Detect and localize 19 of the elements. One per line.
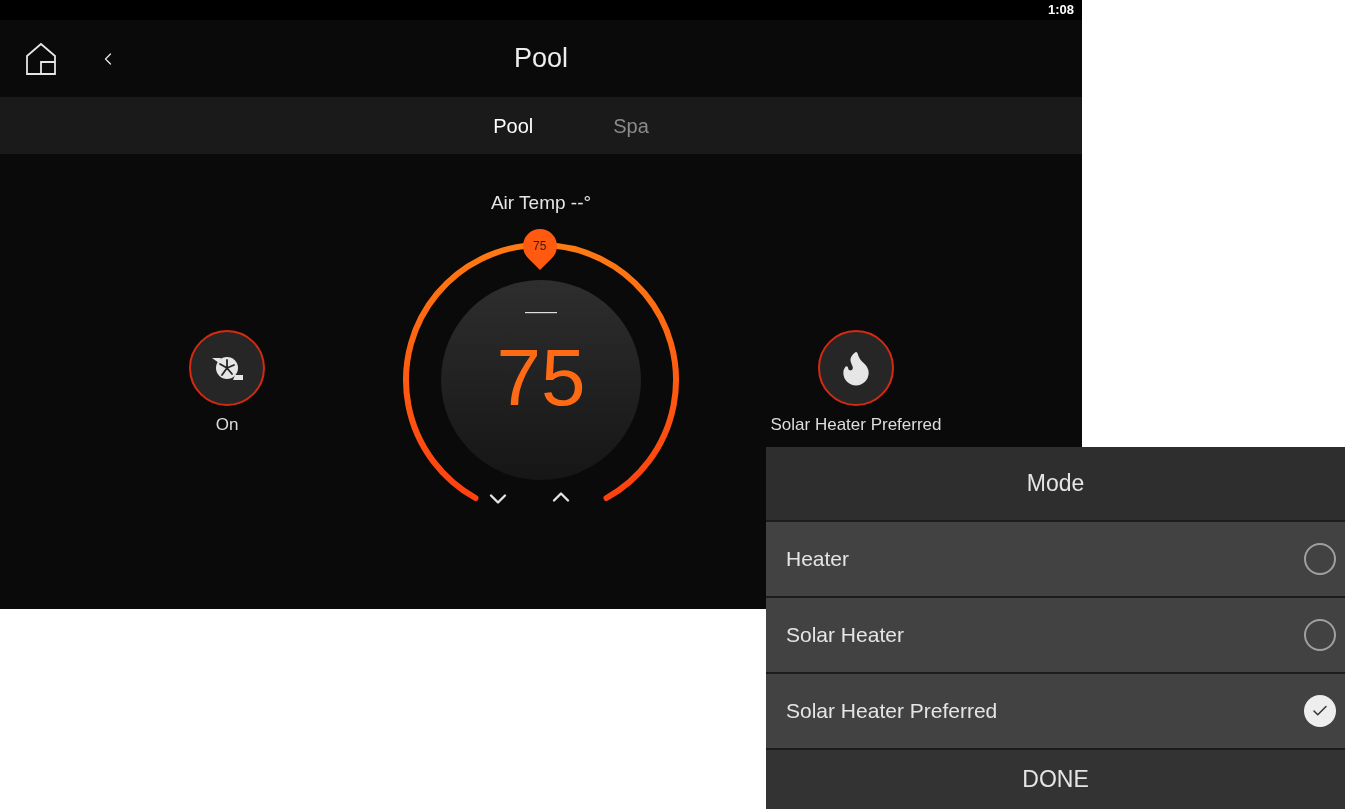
tab[interactable]: Pool: [493, 110, 534, 141]
done-button[interactable]: DONE: [766, 750, 1345, 809]
radio-button[interactable]: [1304, 619, 1336, 651]
status-time: 1:08: [1047, 1, 1074, 20]
home-icon: [25, 41, 59, 76]
heater-mode: Solar Heater Preferred: [770, 414, 942, 436]
radio-button[interactable]: [1304, 543, 1336, 575]
pump-status: On: [215, 414, 239, 436]
air-temperature: Air Temp --°: [490, 191, 592, 211]
radio-button[interactable]: [1304, 695, 1336, 727]
tab[interactable]: Spa: [613, 110, 649, 141]
dialog-title: Mode: [1026, 469, 1085, 499]
page-title: Pool: [514, 42, 568, 76]
mode-option[interactable]: Solar Heater: [766, 598, 1345, 672]
mode-option[interactable]: Heater: [766, 522, 1345, 596]
current-temperature: ——: [525, 304, 557, 320]
mode-option[interactable]: Solar Heater Preferred: [766, 674, 1345, 748]
setpoint-label: 75: [533, 238, 547, 255]
setpoint-temperature: 75: [496, 338, 586, 418]
